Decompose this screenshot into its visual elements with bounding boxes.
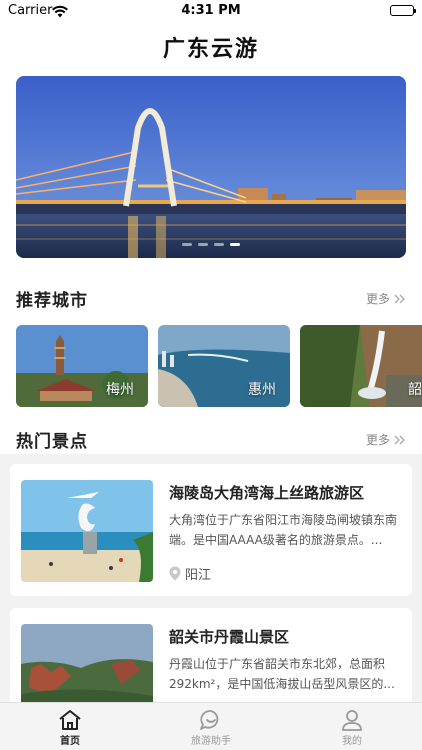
spot-description: 大角湾位于广东省阳江市海陵岛闸坡镇东南端。是中国AAAA级著名的旅游景点。... <box>169 513 398 547</box>
battery-icon <box>390 5 416 16</box>
section-title-cities: 推荐城市 <box>16 291 88 311</box>
city-carousel[interactable]: 梅州 惠州 韶 <box>16 325 422 407</box>
section-title-spots: 热门景点 <box>16 432 88 452</box>
city-name: 韶 <box>408 382 422 398</box>
tab-assistant-label: 旅游助手 <box>191 736 231 747</box>
nav-header: 广东云游 <box>0 22 422 68</box>
tab-home[interactable]: 首页 <box>0 703 140 750</box>
spot-card[interactable]: 韶关市丹霞山景区 丹霞山位于广东省韶关市东北郊，总面积292km²，是中国低海拔… <box>10 608 412 702</box>
city-name: 梅州 <box>106 382 134 398</box>
city-name: 惠州 <box>248 382 276 398</box>
carousel-indicator[interactable] <box>16 243 406 246</box>
spot-thumbnail <box>21 480 153 582</box>
tab-home-label: 首页 <box>60 736 80 747</box>
banner-carousel[interactable] <box>16 76 406 258</box>
double-chevron-right-icon <box>394 294 405 303</box>
spot-title: 韶关市丹霞山景区 <box>169 628 290 646</box>
home-icon <box>59 710 81 730</box>
chat-icon <box>200 710 219 730</box>
city-card-shaoguan[interactable]: 韶 <box>300 325 422 407</box>
tab-assistant[interactable]: 旅游助手 <box>141 703 281 750</box>
more-label: 更多 <box>365 433 390 447</box>
tab-bar: 首页 旅游助手 我的 <box>0 702 422 750</box>
cities-section-header: 推荐城市 更多 <box>16 286 406 311</box>
main-content[interactable]: 推荐城市 更多 梅州 惠州 韶 热门景点 更多 海陵岛大角湾海上丝路旅游区 大角… <box>0 68 422 702</box>
status-bar: Carrier 4:31 PM <box>0 0 422 22</box>
more-label: 更多 <box>365 292 390 306</box>
spot-card[interactable]: 海陵岛大角湾海上丝路旅游区 大角湾位于广东省阳江市海陵岛闸坡镇东南端。是中国AA… <box>10 464 412 596</box>
spot-list[interactable]: 海陵岛大角湾海上丝路旅游区 大角湾位于广东省阳江市海陵岛闸坡镇东南端。是中国AA… <box>0 454 422 702</box>
spot-location: 阳江 <box>169 564 211 583</box>
location-pin-icon <box>169 566 181 581</box>
spots-section-header: 热门景点 更多 <box>16 427 406 452</box>
spot-location-label: 阳江 <box>185 568 212 583</box>
spot-title: 海陵岛大角湾海上丝路旅游区 <box>169 484 365 502</box>
city-card-meizhou[interactable]: 梅州 <box>16 325 148 407</box>
spot-thumbnail <box>21 624 153 702</box>
cities-more-link[interactable]: 更多 <box>366 290 406 307</box>
double-chevron-right-icon <box>394 435 405 444</box>
page-title: 广东云游 <box>162 37 259 62</box>
user-icon <box>342 710 362 731</box>
tab-profile-label: 我的 <box>342 736 362 747</box>
spots-more-link[interactable]: 更多 <box>366 431 406 448</box>
tab-profile[interactable]: 我的 <box>282 703 422 750</box>
banner-image <box>16 76 406 258</box>
city-image <box>300 325 422 407</box>
clock-time: 4:31 PM <box>181 3 241 18</box>
city-card-huizhou[interactable]: 惠州 <box>158 325 290 407</box>
spot-description: 丹霞山位于广东省韶关市东北郊，总面积292km²，是中国低海拔山岳型风景区的..… <box>169 657 395 691</box>
